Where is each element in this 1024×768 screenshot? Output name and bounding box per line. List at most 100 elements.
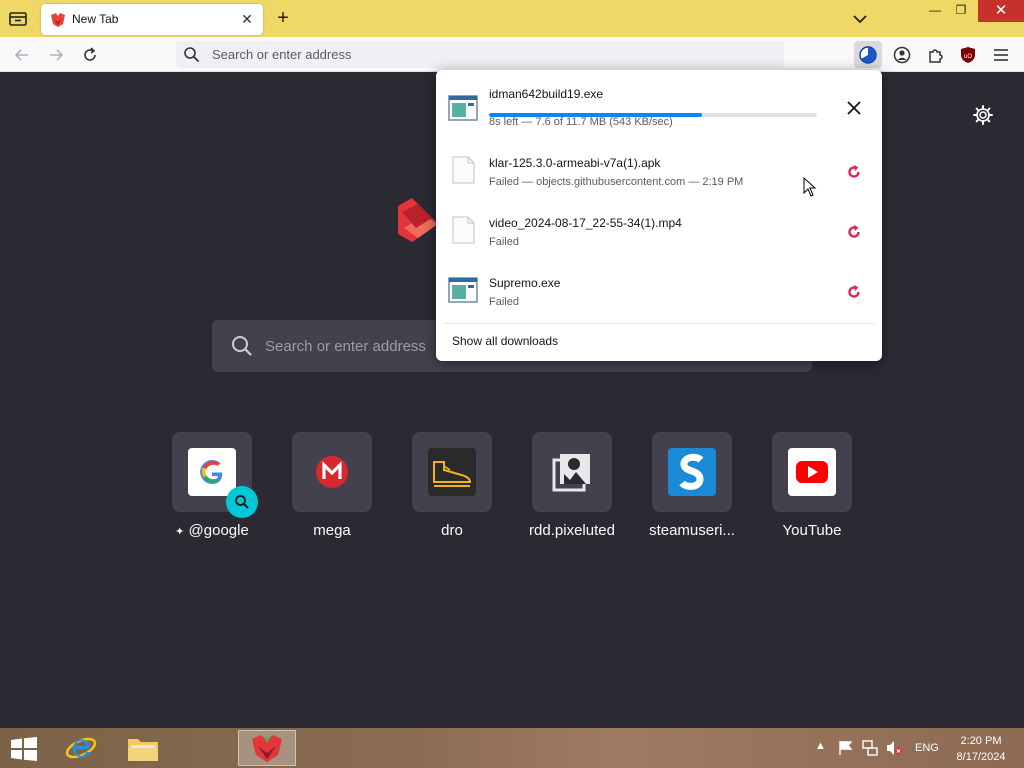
top-site-label: rdd.pixeluted [529, 522, 615, 539]
download-filename: idman642build19.exe [489, 87, 604, 101]
generic-file-icon [452, 156, 475, 184]
retry-icon [848, 165, 860, 178]
downloads-panel: idman642build19.exe 8s left — 7.6 of 11.… [436, 70, 882, 361]
top-site-label: steamuseri... [649, 522, 735, 539]
generic-file-icon [452, 216, 475, 244]
tab-list-icon [9, 12, 27, 26]
tab-new-tab[interactable]: New Tab ✕ [41, 4, 263, 35]
clock-date: 8/17/2024 [956, 751, 1006, 763]
search-icon [184, 47, 200, 63]
reload-button[interactable] [79, 44, 101, 66]
chevron-down-icon[interactable] [850, 9, 870, 29]
download-item[interactable]: video_2024-08-17_22-55-34(1).mp4 Failed [436, 200, 882, 260]
download-item[interactable]: idman642build19.exe 8s left — 7.6 of 11.… [436, 78, 882, 138]
back-button[interactable] [11, 44, 33, 66]
rdd-icon [552, 454, 590, 492]
site-tile [532, 432, 612, 512]
volume-muted-icon[interactable] [886, 740, 902, 756]
svg-text:uO: uO [964, 54, 972, 60]
address-input[interactable] [212, 45, 752, 64]
download-item[interactable]: Supremo.exe Failed [436, 260, 882, 320]
retry-icon [848, 285, 860, 298]
account-icon [893, 46, 911, 64]
download-status: 8s left — 7.6 of 11.7 MB (543 KB/sec) [489, 116, 673, 128]
top-site-google[interactable]: ✦ @google [152, 430, 272, 550]
download-filename: klar-125.3.0-armeabi-v7a(1).apk [489, 156, 661, 170]
browser-logo-icon [51, 13, 65, 27]
mouse-cursor-icon [803, 177, 817, 197]
cancel-download-button[interactable] [842, 96, 866, 120]
search-icon [235, 495, 249, 509]
top-site-label: YouTube [782, 522, 842, 539]
dro-icon [428, 448, 476, 496]
download-status: Failed [489, 236, 519, 248]
tab-bar: New Tab ✕ + — ❐ ✕ [0, 0, 1024, 37]
site-tile [412, 432, 492, 512]
download-progress-icon [859, 45, 877, 64]
menu-button[interactable] [990, 44, 1012, 66]
show-all-downloads-button[interactable]: Show all downloads [452, 334, 558, 348]
close-tab-icon[interactable]: ✕ [239, 11, 255, 27]
close-icon [847, 101, 861, 115]
new-tab-button[interactable]: + [272, 8, 294, 30]
browser-logo-icon [252, 735, 282, 762]
download-status: Failed [489, 296, 519, 308]
windows-start-icon[interactable] [10, 737, 38, 761]
taskbar-internet-explorer[interactable] [52, 730, 110, 766]
action-center-flag-icon[interactable] [838, 740, 854, 756]
search-icon [232, 336, 252, 356]
puzzle-icon [929, 49, 943, 63]
window-close-button[interactable]: ✕ [978, 0, 1024, 22]
top-site-dro[interactable]: dro [392, 430, 512, 550]
site-tile [652, 432, 732, 512]
extensions-button[interactable] [925, 44, 947, 66]
exe-file-icon [448, 95, 478, 121]
top-site-label: ✦ @google [152, 522, 272, 539]
tab-title: New Tab [72, 12, 119, 26]
hamburger-menu-icon [994, 49, 1008, 61]
system-clock[interactable]: 2:20 PM 8/17/2024 [948, 733, 1014, 765]
top-site-youtube[interactable]: YouTube [752, 430, 872, 550]
clock-time: 2:20 PM [960, 735, 1002, 747]
retry-download-button[interactable] [842, 160, 866, 184]
reload-icon [84, 47, 96, 61]
steam-icon [668, 448, 716, 496]
network-icon[interactable] [862, 740, 878, 756]
pin-sparkle-icon: ✦ [175, 526, 185, 538]
internet-explorer-icon [65, 737, 97, 759]
retry-icon [848, 225, 860, 238]
ublock-button[interactable]: uO [957, 44, 979, 66]
download-filename: Supremo.exe [489, 276, 561, 290]
arrow-left-icon [14, 49, 28, 61]
site-tile [292, 432, 372, 512]
downloads-button[interactable] [854, 41, 882, 68]
top-site-rdd[interactable]: rdd.pixeluted [512, 430, 632, 550]
top-site-steam[interactable]: steamuseri... [632, 430, 752, 550]
forward-button[interactable] [45, 44, 67, 66]
address-bar[interactable] [176, 41, 784, 68]
restore-button[interactable]: ❐ [946, 0, 976, 22]
top-site-label: mega [313, 522, 351, 539]
divider [444, 323, 874, 324]
list-all-tabs-button[interactable] [6, 7, 30, 31]
youtube-icon [788, 448, 836, 496]
retry-download-button[interactable] [842, 220, 866, 244]
retry-download-button[interactable] [842, 280, 866, 304]
taskbar-browser[interactable] [238, 730, 296, 766]
search-shortcut-badge [226, 486, 258, 518]
site-tile [772, 432, 852, 512]
navigation-bar: uO [0, 37, 1024, 72]
top-site-label: dro [441, 522, 463, 539]
top-site-label-text: @google [188, 522, 249, 539]
top-sites: ✦ @google mega dro rdd.pixeluted steamus [152, 430, 872, 550]
taskbar: ▲ ENG 2:20 PM 8/17/2024 [0, 728, 1024, 768]
account-button[interactable] [891, 44, 913, 66]
taskbar-file-explorer[interactable] [114, 730, 172, 766]
show-hidden-icons[interactable]: ▲ [815, 740, 831, 756]
gear-icon[interactable] [972, 104, 994, 126]
download-filename: video_2024-08-17_22-55-34(1).mp4 [489, 216, 682, 230]
top-site-mega[interactable]: mega [272, 430, 392, 550]
input-language[interactable]: ENG [915, 742, 939, 754]
ublock-shield-icon: uO [961, 47, 975, 63]
arrow-right-icon [50, 49, 64, 61]
